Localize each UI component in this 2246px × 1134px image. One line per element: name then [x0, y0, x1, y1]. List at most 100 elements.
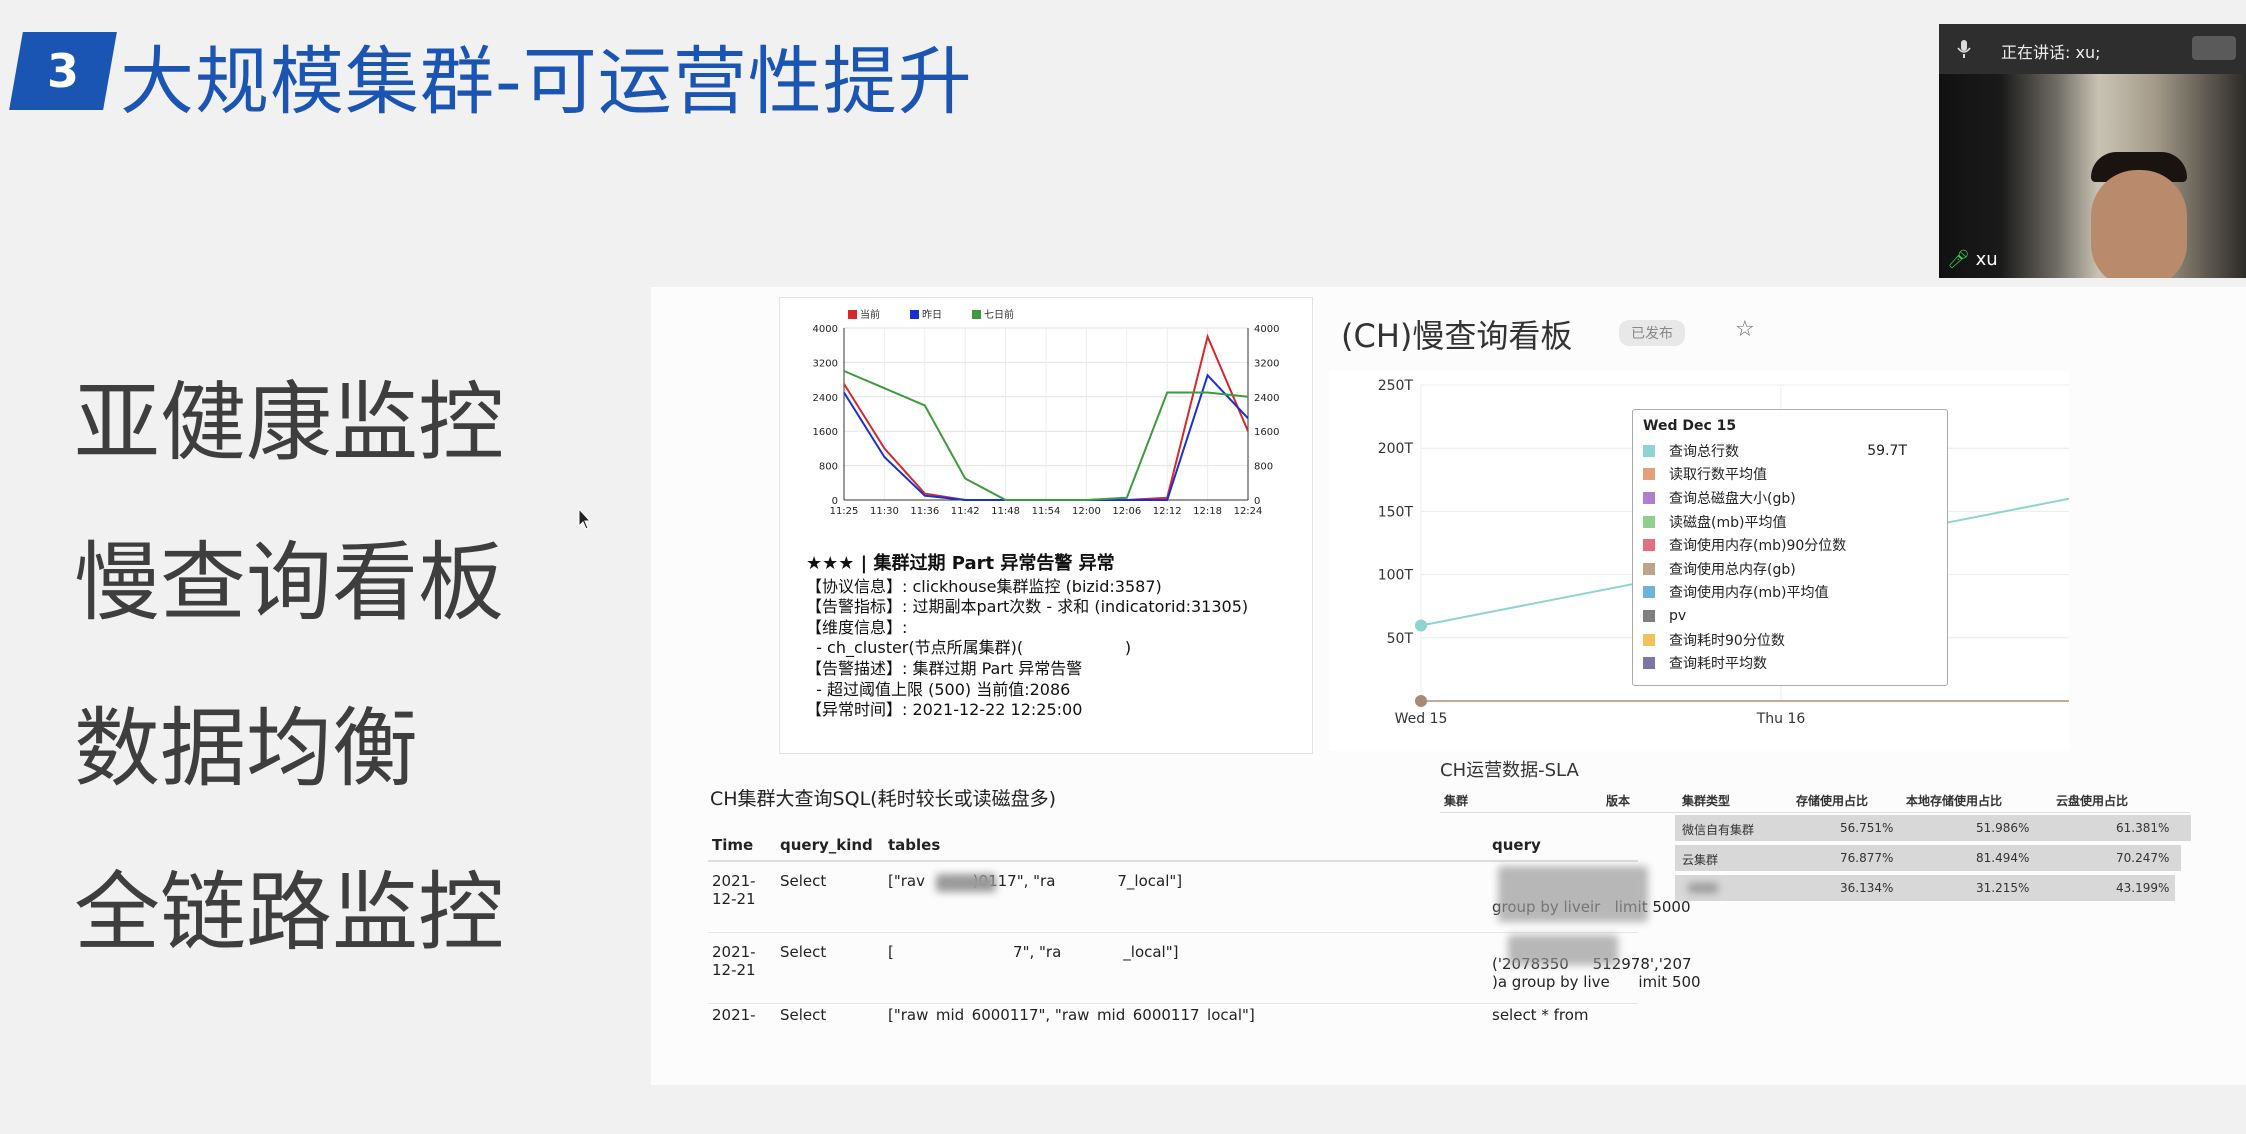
cell-cluster-type: 微信自有集群	[1682, 823, 1755, 837]
table-row[interactable]: 36.134% 31.215% 43.199%	[1440, 873, 2190, 903]
x-tick-label: 11:30	[870, 506, 899, 517]
col-time[interactable]: Time	[712, 836, 753, 854]
y-tick-label: 2400	[813, 393, 838, 404]
cell-local: 31.215%	[1976, 881, 2030, 895]
alert-line: 【维度信息】:	[806, 617, 908, 637]
y-tick-label-right: 3200	[1254, 358, 1279, 369]
cell-kind: Select	[780, 872, 827, 890]
alert-line: 【协议信息】: clickhouse集群监控 (bizid:3587)	[806, 576, 1162, 596]
x-tick-label: 12:24	[1234, 506, 1263, 517]
row-bar	[1675, 875, 2175, 901]
sla-table-header: 集群 版本 集群类型 存储使用占比 本地存储使用占比 云盘使用占比	[1440, 786, 2190, 813]
x-tick-label: 11:54	[1032, 506, 1061, 517]
published-badge: 已发布	[1619, 320, 1685, 346]
table-row[interactable]: 云集群 76.877% 81.494% 70.247%	[1440, 843, 2190, 873]
series-swatch	[1643, 586, 1655, 599]
x-tick-label: 12:18	[1193, 506, 1222, 517]
cell-time: 2021- 12-21	[712, 872, 756, 908]
alert-line: 【告警描述】: 集群过期 Part 异常告警	[806, 658, 1083, 678]
legend-label: 七日前	[984, 308, 1014, 321]
x-tick-label: 11:25	[830, 506, 859, 517]
speaking-indicator: 正在讲话: xu;	[2001, 43, 2101, 62]
alert-line: - ch_cluster(节点所属集群)( )	[806, 638, 1132, 658]
tooltip-item-label: 查询总磁盘大小(gb)	[1669, 490, 1796, 507]
cell-local: 81.494%	[1976, 851, 2030, 865]
legend-label: 当前	[860, 308, 880, 321]
y-tick-label: 50T	[1387, 631, 1414, 647]
cell-cloud: 61.381%	[2116, 821, 2170, 835]
y-tick-label-right: 800	[1254, 462, 1273, 473]
tooltip-item: 查询总行数 59.7T	[1643, 439, 1937, 463]
series-swatch	[1643, 657, 1655, 670]
legend-swatch	[910, 310, 919, 319]
alert-card: 当前 昨日 七日前 4000 4000 3200 3200 2400 2400 1600 1600 8…	[779, 297, 1313, 754]
legend-swatch	[848, 310, 857, 319]
redaction	[936, 874, 996, 892]
table-row[interactable]: 微信自有集群 56.751% 51.986% 61.381%	[1440, 813, 2191, 843]
series-swatch	[1643, 468, 1655, 481]
alert-details: ★★★ | 集群过期 Part 异常告警 异常 【协议信息】: clickhou…	[806, 553, 1249, 721]
x-tick-label: 11:48	[991, 506, 1020, 517]
col-query-kind[interactable]: query_kind	[780, 836, 873, 854]
y-tick-label: 3200	[813, 358, 838, 369]
sla-panel-title: CH运营数据-SLA	[1440, 760, 1579, 781]
col-cloud-disk-usage[interactable]: 云盘使用占比	[2056, 792, 2128, 809]
alert-title: ★★★ | 集群过期 Part 异常告警 异常	[806, 553, 1115, 574]
sql-panel-title: CH集群大查询SQL(耗时较长或读磁盘多)	[710, 788, 1056, 810]
tooltip-item-label: 查询总行数	[1669, 443, 1739, 460]
redaction	[1688, 883, 1718, 893]
alert-line: - 超过阈值上限 (500) 当前值:2086	[806, 679, 1071, 699]
series-swatch	[1643, 444, 1655, 457]
y-tick-label-right: 1600	[1254, 427, 1279, 438]
col-cluster[interactable]: 集群	[1444, 792, 1468, 809]
star-icon[interactable]: ☆	[1735, 317, 1755, 342]
slide-number: 3	[46, 44, 79, 98]
cell-time: 2021-	[712, 1006, 756, 1022]
x-tick-label: 12:06	[1112, 506, 1141, 517]
col-storage-usage[interactable]: 存储使用占比	[1796, 792, 1868, 809]
baseline-point	[1415, 695, 1427, 707]
y-tick-label: 100T	[1378, 568, 1414, 584]
legend-label: 昨日	[922, 309, 942, 321]
col-version[interactable]: 版本	[1606, 792, 1630, 809]
y-tick-label: 150T	[1378, 504, 1414, 520]
tooltip-item: 查询使用总内存(gb)	[1643, 557, 1937, 581]
slide-number-badge: 3	[9, 32, 117, 110]
col-cluster-type[interactable]: 集群类型	[1682, 792, 1730, 809]
y-tick-label-right: 2400	[1254, 393, 1279, 404]
cell-local: 51.986%	[1976, 821, 2030, 835]
alert-line: 【告警指标】: 过期副本part次数 - 求和 (indicatorid:313…	[806, 597, 1249, 617]
cell-kind: Select	[780, 943, 827, 961]
cell-storage: 36.134%	[1840, 881, 1894, 895]
col-tables[interactable]: tables	[888, 836, 940, 854]
tooltip-item: 读取行数平均值	[1643, 463, 1937, 487]
tooltip-item: 查询总磁盘大小(gb)	[1643, 486, 1937, 510]
series-swatch	[1643, 491, 1655, 504]
y-tick-label: 800	[819, 462, 838, 473]
microphone-icon[interactable]	[1957, 39, 1971, 59]
cell-tables: [ 7", "ra _local"]	[888, 943, 1179, 961]
tooltip-item-value: 59.7T	[1867, 442, 1907, 459]
x-tick-label: Wed 15	[1395, 711, 1448, 727]
y-tick-label: 1600	[813, 427, 838, 438]
x-tick-label: 12:12	[1153, 506, 1182, 517]
tooltip-item-label: 查询耗时平均数	[1669, 656, 1767, 673]
table-row[interactable]: 2021- 12-21 Select [ 7", "ra _local"] ('…	[708, 933, 1701, 1004]
tooltip-item: 查询使用内存(mb)平均值	[1643, 581, 1937, 605]
webcam-video	[1939, 74, 2246, 278]
sla-table: 集群 版本 集群类型 存储使用占比 本地存储使用占比 云盘使用占比 微信自有集群…	[1440, 786, 2191, 903]
webcam-more-button[interactable]	[2192, 36, 2236, 60]
x-tick-label: Thu 16	[1756, 711, 1806, 727]
webcam-tile[interactable]: 正在讲话: xu; 🎤︎ xu	[1939, 24, 2246, 278]
mouse-cursor-icon	[578, 508, 592, 530]
tooltip-item-label: 查询使用内存(mb)平均值	[1669, 585, 1829, 602]
tooltip-item: 读磁盘(mb)平均值	[1643, 510, 1937, 534]
col-local-storage-usage[interactable]: 本地存储使用占比	[1906, 792, 2002, 809]
tooltip-item: pv	[1643, 604, 1937, 628]
table-row[interactable]: 2021- Select ["raw_mid_6000117", "raw_mi…	[708, 1004, 1638, 1022]
y-tick-label: 250T	[1378, 378, 1414, 394]
redaction	[1508, 935, 1618, 965]
x-tick-label: 12:00	[1072, 506, 1101, 517]
x-tick-label: 11:36	[910, 506, 939, 517]
series-point	[1415, 619, 1427, 632]
